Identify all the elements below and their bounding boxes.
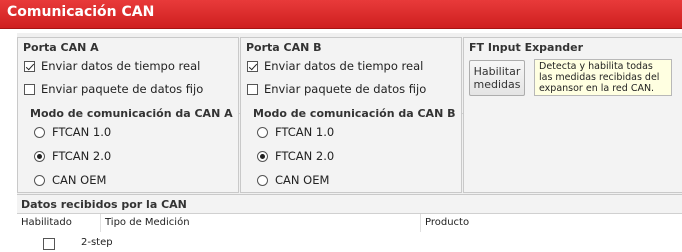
radio-off-icon xyxy=(34,126,45,138)
panel-can-b: Porta CAN B Enviar datos de tiempo real … xyxy=(240,37,474,193)
row-enabled-checkbox[interactable] xyxy=(43,238,55,250)
panel-title: FT Input Expander xyxy=(469,41,584,54)
radio-ftcan10-b[interactable]: FTCAN 1.0 xyxy=(257,125,334,139)
expander-tooltip: Detecta y habilita todas las medidas rec… xyxy=(534,59,672,96)
checkbox-checked-icon xyxy=(24,60,35,72)
send-fixed-b-checkbox[interactable]: Enviar paquete de datos fijo xyxy=(247,82,426,96)
received-table-header: Habilitado Tipo de Medición Producto xyxy=(17,213,682,233)
send-realtime-a-checkbox[interactable]: Enviar datos de tiempo real xyxy=(24,59,200,73)
radio-canoem-b[interactable]: CAN OEM xyxy=(257,173,329,187)
send-realtime-b-checkbox[interactable]: Enviar datos de tiempo real xyxy=(247,59,423,73)
radio-canoem-a[interactable]: CAN OEM xyxy=(34,173,106,187)
radio-label: FTCAN 1.0 xyxy=(275,125,335,139)
received-data-section: Datos recibidos por la CAN Habilitado Ti… xyxy=(17,194,682,252)
checkbox-label: Enviar paquete de datos fijo xyxy=(264,82,427,96)
column-header-product[interactable]: Producto xyxy=(421,214,682,232)
checkbox-label: Enviar datos de tiempo real xyxy=(41,59,201,73)
column-header-enabled[interactable]: Habilitado xyxy=(17,214,101,232)
radio-off-icon xyxy=(257,174,268,186)
radio-on-icon xyxy=(34,150,45,162)
radio-label: FTCAN 2.0 xyxy=(275,149,335,163)
mode-group-a-label: Modo de comunicación da CAN A xyxy=(30,107,251,120)
checkbox-label: Enviar paquete de datos fijo xyxy=(41,82,204,96)
radio-off-icon xyxy=(257,126,268,138)
radio-label: FTCAN 2.0 xyxy=(52,149,112,163)
radio-off-icon xyxy=(34,174,45,186)
checkbox-checked-icon xyxy=(247,60,258,72)
section-title: Datos recibidos por la CAN xyxy=(21,198,187,211)
window-title: Comunicación CAN xyxy=(7,4,155,20)
enable-measures-button[interactable]: Habilitar medidas xyxy=(469,60,525,96)
panel-title: Porta CAN B xyxy=(246,41,322,54)
row-type: 2-step xyxy=(81,237,113,248)
radio-ftcan20-b[interactable]: FTCAN 2.0 xyxy=(257,149,334,163)
radio-label: CAN OEM xyxy=(52,173,107,187)
panel-can-a: Porta CAN A Enviar datos de tiempo real … xyxy=(17,37,251,193)
mode-group-b-label: Modo de comunicación da CAN B xyxy=(253,107,474,120)
radio-label: FTCAN 1.0 xyxy=(52,125,112,139)
send-fixed-a-checkbox[interactable]: Enviar paquete de datos fijo xyxy=(24,82,203,96)
radio-label: CAN OEM xyxy=(275,173,330,187)
checkbox-unchecked-icon xyxy=(247,83,258,95)
column-header-type[interactable]: Tipo de Medición xyxy=(101,214,421,232)
radio-on-icon xyxy=(257,150,268,162)
radio-ftcan10-a[interactable]: FTCAN 1.0 xyxy=(34,125,111,139)
panel-title: Porta CAN A xyxy=(23,41,99,54)
checkbox-unchecked-icon xyxy=(24,83,35,95)
window-titlebar: Comunicación CAN xyxy=(0,0,682,29)
table-row[interactable]: 2-step xyxy=(17,232,682,252)
panel-input-expander: FT Input Expander Habilitar medidas Dete… xyxy=(463,37,682,193)
radio-ftcan20-a[interactable]: FTCAN 2.0 xyxy=(34,149,111,163)
checkbox-label: Enviar datos de tiempo real xyxy=(264,59,424,73)
